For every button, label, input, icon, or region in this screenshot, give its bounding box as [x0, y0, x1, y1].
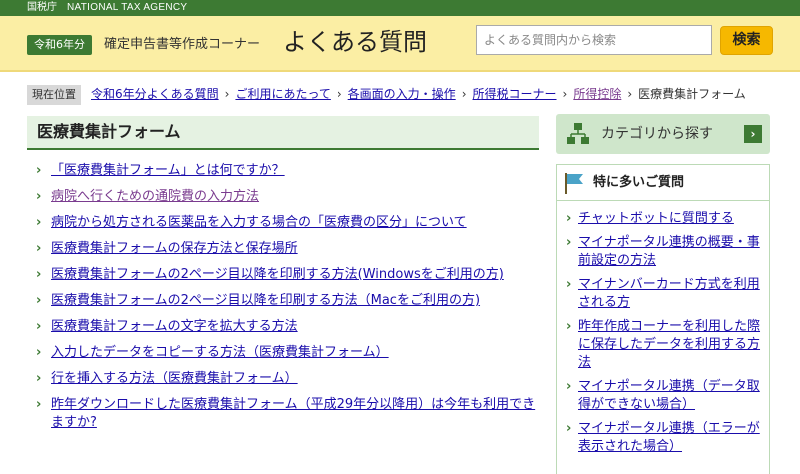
chevron-right-icon: › [566, 379, 572, 394]
sidebar: カテゴリから探す › 特に多いご質問 › チャットボットに質問する › マイナポータ… [556, 114, 770, 474]
question-item: › 昨年ダウンロードした医療費集計フォーム（平成29年分以降用）は今年も利用できま… [27, 396, 539, 432]
breadcrumb-link[interactable]: 令和6年分よくある質問 [91, 87, 219, 101]
chevron-right-icon: › [36, 319, 42, 334]
question-item: › 医療費集計フォームの2ページ目以降を印刷する方法（Macをご利用の方) [27, 292, 539, 310]
agency-name-en: NATIONAL TAX AGENCY [67, 2, 188, 13]
breadcrumb-current: 医療費集計フォーム [638, 87, 746, 101]
breadcrumb-separator: › [461, 87, 467, 101]
popular-question-item: › マイナンバーカード方式を利用される方 [565, 276, 761, 312]
question-item: › 病院へ行くための通院費の入力方法 [27, 188, 539, 206]
question-list: › 「医療費集計フォーム」とは何ですか？ › 病院へ行くための通院費の入力方法 › 病… [27, 162, 539, 432]
category-search-button[interactable]: カテゴリから探す › [556, 114, 770, 154]
flag-icon [565, 173, 583, 194]
breadcrumb-link[interactable]: 各画面の入力・操作 [348, 87, 456, 101]
breadcrumb-label: 現在位置 [27, 85, 81, 105]
breadcrumb-link[interactable]: 所得控除 [573, 87, 621, 101]
chevron-right-icon: › [36, 241, 42, 256]
chevron-right-icon: › [566, 211, 572, 226]
popular-questions-box: 特に多いご質問 › チャットボットに質問する › マイナポータル連携の概要・事前設定… [556, 164, 770, 474]
question-item: › 医療費集計フォームの保存方法と保存場所 [27, 240, 539, 258]
question-link[interactable]: 病院から処方される医薬品を入力する場合の「医療費の区分」について [51, 215, 467, 230]
popular-question-item: › 昨年作成コーナーを利用した際に保存したデータを利用する方法 [565, 318, 761, 372]
chevron-right-icon: › [36, 371, 42, 386]
popular-question-item: › マイナポータル連携（エラーが表示された場合） [565, 420, 761, 456]
question-link[interactable]: 行を挿入する方法（医療費集計フォーム） [51, 371, 298, 386]
page-title: 医療費集計フォーム [27, 116, 539, 150]
popular-questions-title: 特に多いご質問 [593, 175, 685, 190]
popular-question-link[interactable]: チャットボットに質問する [578, 211, 734, 226]
chevron-right-icon: › [36, 397, 42, 412]
popular-question-item: › チャットボットに質問する [565, 210, 761, 228]
question-link[interactable]: 「医療費集計フォーム」とは何ですか？ [51, 163, 285, 178]
grid-boxes-icon [567, 123, 589, 144]
chevron-right-icon: › [36, 345, 42, 360]
agency-name-jp: 国税庁 [27, 2, 57, 13]
question-item: › 医療費集計フォームの2ページ目以降を印刷する方法(Windowsをご利用の方) [27, 266, 539, 284]
popular-question-item: › マイナポータル連携（データ取得ができない場合） [565, 378, 761, 414]
popular-question-item: › マイナポータル連携の概要・事前設定の方法 [565, 234, 761, 270]
popular-question-link[interactable]: マイナポータル連携（データ取得ができない場合） [578, 379, 760, 412]
breadcrumb-separator: › [336, 87, 342, 101]
question-link[interactable]: 昨年ダウンロードした医療費集計フォーム（平成29年分以降用）は今年も利用できます… [51, 397, 535, 430]
question-item: › 行を挿入する方法（医療費集計フォーム） [27, 370, 539, 388]
search-input[interactable] [476, 25, 712, 55]
chevron-right-icon: › [36, 189, 42, 204]
popular-questions-header: 特に多いご質問 [557, 165, 769, 201]
chevron-right-icon: › [36, 163, 42, 178]
faq-title[interactable]: よくある質問 [283, 26, 427, 58]
breadcrumb: 現在位置 令和6年分よくある質問 › ご利用にあたって › 各画面の入力・操作 › 所得税コー… [27, 84, 746, 105]
question-item: › 医療費集計フォームの文字を拡大する方法 [27, 318, 539, 336]
category-search-label: カテゴリから探す [601, 126, 713, 142]
breadcrumb-link[interactable]: 所得税コーナー [473, 87, 557, 101]
question-link[interactable]: 病院へ行くための通院費の入力方法 [51, 189, 259, 204]
chevron-right-icon: › [36, 293, 42, 308]
agency-bar: 国税庁 NATIONAL TAX AGENCY [0, 0, 800, 16]
search-button[interactable]: 検索 [720, 26, 773, 55]
breadcrumb-link[interactable]: ご利用にあたって [235, 87, 330, 101]
header: 令和6年分 確定申告書等作成コーナー よくある質問 検索 [0, 16, 800, 72]
chevron-right-icon: › [36, 267, 42, 282]
question-item: › 入力したデータをコピーする方法（医療費集計フォーム） [27, 344, 539, 362]
arrow-right-icon: › [744, 125, 762, 143]
breadcrumb-separator: › [224, 87, 230, 101]
question-link[interactable]: 医療費集計フォームの2ページ目以降を印刷する方法(Windowsをご利用の方) [51, 267, 504, 282]
breadcrumb-separator: › [627, 87, 633, 101]
chevron-right-icon: › [566, 277, 572, 292]
popular-question-link[interactable]: マイナポータル連携（エラーが表示された場合） [578, 421, 760, 454]
popular-question-link[interactable]: マイナポータル連携の概要・事前設定の方法 [578, 235, 760, 268]
popular-questions-list: › チャットボットに質問する › マイナポータル連携の概要・事前設定の方法 › マイナ… [557, 201, 769, 456]
question-link[interactable]: 入力したデータをコピーする方法（医療費集計フォーム） [51, 345, 389, 360]
main-content: 医療費集計フォーム › 「医療費集計フォーム」とは何ですか？ › 病院へ行くための通… [27, 116, 539, 440]
popular-question-link[interactable]: 昨年作成コーナーを利用した際に保存したデータを利用する方法 [578, 319, 760, 370]
question-link[interactable]: 医療費集計フォームの保存方法と保存場所 [51, 241, 298, 256]
chevron-right-icon: › [36, 215, 42, 230]
corner-title[interactable]: 確定申告書等作成コーナー [104, 34, 260, 56]
breadcrumb-separator: › [562, 87, 568, 101]
chevron-right-icon: › [566, 235, 572, 250]
question-link[interactable]: 医療費集計フォームの2ページ目以降を印刷する方法（Macをご利用の方) [51, 293, 480, 308]
question-item: › 「医療費集計フォーム」とは何ですか？ [27, 162, 539, 180]
popular-question-link[interactable]: マイナンバーカード方式を利用される方 [578, 277, 760, 310]
chevron-right-icon: › [566, 421, 572, 436]
question-item: › 病院から処方される医薬品を入力する場合の「医療費の区分」について [27, 214, 539, 232]
year-badge: 令和6年分 [27, 35, 92, 55]
chevron-right-icon: › [566, 319, 572, 334]
question-link[interactable]: 医療費集計フォームの文字を拡大する方法 [51, 319, 298, 334]
